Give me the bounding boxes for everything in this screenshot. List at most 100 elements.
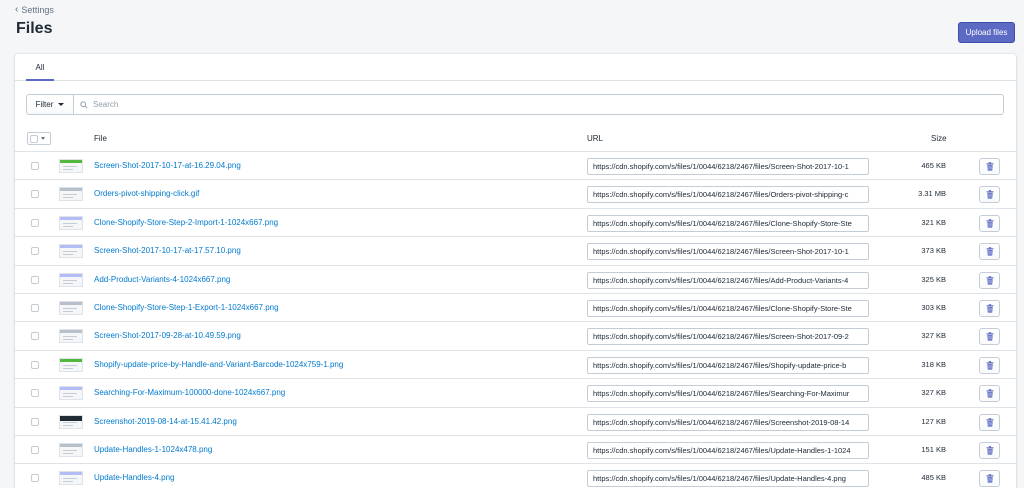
files-card: All Filter File URL Size Screen-S [15, 54, 1016, 488]
file-url-field[interactable]: https://cdn.shopify.com/s/files/1/0044/6… [587, 385, 869, 403]
delete-file-button[interactable] [979, 470, 1000, 488]
file-thumbnail [59, 300, 83, 315]
file-size: 303 KB [921, 302, 946, 312]
file-url-field[interactable]: https://cdn.shopify.com/s/files/1/0044/6… [587, 356, 869, 374]
row-checkbox[interactable] [31, 474, 39, 483]
file-name-link[interactable]: Screenshot-2019-08-14-at-15.41.42.png [94, 417, 237, 426]
file-name-link[interactable]: Update-Handles-1-1024x478.png [94, 445, 212, 454]
trash-icon [986, 446, 993, 455]
file-thumbnail [59, 187, 83, 202]
trash-icon [986, 389, 993, 398]
file-url-field[interactable]: https://cdn.shopify.com/s/files/1/0044/6… [587, 214, 869, 232]
row-checkbox[interactable] [31, 445, 39, 454]
trash-icon [986, 332, 993, 341]
row-checkbox[interactable] [31, 303, 39, 312]
table-row: Orders-pivot-shipping-click.gif https://… [15, 180, 1016, 209]
file-size: 3.31 MB [918, 189, 946, 199]
file-thumbnail [59, 215, 83, 230]
delete-file-button[interactable] [979, 214, 1000, 232]
back-to-settings-link[interactable]: ‹ Settings [15, 4, 54, 16]
delete-file-button[interactable] [979, 441, 1000, 459]
table-row: Screen-Shot-2017-10-17-at-16.29.04.png h… [15, 152, 1016, 181]
file-size: 321 KB [921, 217, 946, 227]
search-input[interactable] [93, 100, 1003, 109]
file-thumbnail [59, 329, 83, 344]
table-header: File URL Size [15, 126, 1016, 152]
file-thumbnail [59, 357, 83, 372]
delete-file-button[interactable] [979, 299, 1000, 317]
file-url-field[interactable]: https://cdn.shopify.com/s/files/1/0044/6… [587, 158, 869, 175]
file-thumbnail [59, 386, 83, 401]
column-header-size: Size [931, 134, 947, 143]
trash-icon [986, 218, 993, 228]
row-checkbox[interactable] [31, 247, 39, 256]
delete-file-button[interactable] [979, 243, 1000, 261]
delete-file-button[interactable] [979, 413, 1000, 431]
delete-file-button[interactable] [979, 158, 1000, 175]
file-url-field[interactable]: https://cdn.shopify.com/s/files/1/0044/6… [587, 413, 869, 431]
search-box [74, 94, 1004, 115]
file-name-link[interactable]: Screen-Shot-2017-10-17-at-16.29.04.png [94, 161, 241, 170]
file-url-field[interactable]: https://cdn.shopify.com/s/files/1/0044/6… [587, 441, 869, 459]
row-checkbox[interactable] [31, 275, 39, 284]
file-name-link[interactable]: Clone-Shopify-Store-Step-2-Import-1-1024… [94, 218, 278, 227]
table-row: Screenshot-2019-08-14-at-15.41.42.png ht… [15, 408, 1016, 436]
file-name-link[interactable]: Screen-Shot-2017-09-28-at-10.49.59.png [94, 331, 241, 340]
file-url-field[interactable]: https://cdn.shopify.com/s/files/1/0044/6… [587, 186, 869, 204]
file-url-field[interactable]: https://cdn.shopify.com/s/files/1/0044/6… [587, 299, 869, 317]
delete-file-button[interactable] [979, 271, 1000, 289]
file-size: 485 KB [921, 473, 946, 483]
row-checkbox[interactable] [31, 417, 39, 426]
column-header-file: File [94, 134, 107, 143]
table-row: Clone-Shopify-Store-Step-2-Import-1-1024… [15, 209, 1016, 238]
file-url-field[interactable]: https://cdn.shopify.com/s/files/1/0044/6… [587, 470, 869, 488]
trash-icon [986, 360, 993, 370]
file-thumbnail [59, 272, 83, 287]
tab-all[interactable]: All [26, 54, 54, 81]
caret-down-icon [58, 103, 65, 106]
row-checkbox[interactable] [31, 389, 39, 398]
table-row: Clone-Shopify-Store-Step-1-Export-1-1024… [15, 294, 1016, 323]
file-name-link[interactable]: Shopify-update-price-by-Handle-and-Varia… [94, 360, 343, 369]
file-name-link[interactable]: Update-Handles-4.png [94, 473, 175, 482]
file-name-link[interactable]: Screen-Shot-2017-10-17-at-17.57.10.png [94, 246, 241, 255]
filter-label: Filter [35, 100, 54, 109]
tab-bar: All [15, 54, 1016, 81]
upload-files-button[interactable]: Upload files [958, 22, 1015, 43]
row-checkbox[interactable] [31, 360, 39, 369]
file-size: 151 KB [921, 444, 946, 454]
trash-icon [986, 474, 993, 483]
search-icon [80, 100, 88, 109]
file-name-link[interactable]: Searching-For-Maximum-100000-done-1024x6… [94, 388, 285, 397]
tab-active-indicator [26, 79, 54, 81]
file-name-link[interactable]: Add-Product-Variants-4-1024x667.png [94, 275, 230, 284]
row-checkbox[interactable] [31, 162, 39, 170]
file-list: Screen-Shot-2017-10-17-at-16.29.04.png h… [15, 152, 1016, 488]
table-row: Screen-Shot-2017-10-17-at-17.57.10.png h… [15, 237, 1016, 266]
bulk-select-checkbox[interactable] [27, 132, 51, 145]
file-url-field[interactable]: https://cdn.shopify.com/s/files/1/0044/6… [587, 271, 869, 289]
row-checkbox[interactable] [31, 218, 39, 227]
file-name-link[interactable]: Orders-pivot-shipping-click.gif [94, 189, 199, 198]
filter-search-row: Filter [26, 94, 1004, 115]
delete-file-button[interactable] [979, 328, 1000, 346]
file-name-link[interactable]: Clone-Shopify-Store-Step-1-Export-1-1024… [94, 303, 279, 312]
table-row: Update-Handles-1-1024x478.png https://cd… [15, 436, 1016, 465]
select-all-box [30, 134, 38, 143]
file-size: 325 KB [921, 274, 946, 284]
table-row: Searching-For-Maximum-100000-done-1024x6… [15, 379, 1016, 408]
filter-button[interactable]: Filter [26, 94, 74, 115]
row-checkbox[interactable] [31, 190, 39, 199]
row-checkbox[interactable] [31, 332, 39, 341]
file-size: 373 KB [921, 246, 946, 256]
file-url-field[interactable]: https://cdn.shopify.com/s/files/1/0044/6… [587, 328, 869, 346]
delete-file-button[interactable] [979, 356, 1000, 374]
delete-file-button[interactable] [979, 385, 1000, 403]
file-url-field[interactable]: https://cdn.shopify.com/s/files/1/0044/6… [587, 243, 869, 261]
file-thumbnail [59, 414, 83, 429]
file-size: 318 KB [921, 359, 946, 369]
delete-file-button[interactable] [979, 186, 1000, 204]
back-link-label: Settings [21, 5, 54, 15]
tab-all-label: All [35, 63, 45, 72]
chevron-left-icon: ‹ [15, 4, 19, 15]
